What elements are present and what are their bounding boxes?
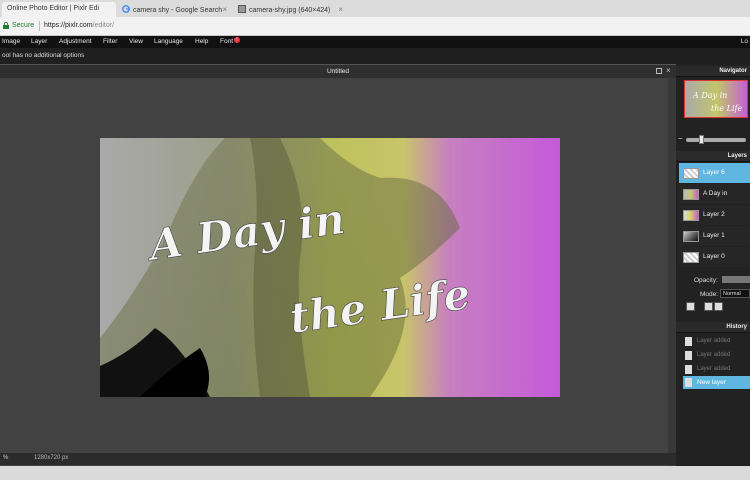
document-title: Untitled (326, 68, 350, 75)
document-icon (685, 365, 692, 374)
tab-pixlr-editor[interactable]: Online Photo Editor | Pixlr Edi (2, 2, 116, 17)
history-title: History (726, 324, 747, 330)
document-titlebar: Untitled × (0, 64, 676, 78)
history-header: History (676, 322, 750, 333)
font-notification-badge: ! (234, 37, 240, 43)
image-canvas[interactable]: A Day in the Life (100, 138, 560, 397)
mode-label: Mode: (700, 291, 719, 298)
layers-header: Layers (676, 151, 750, 162)
layer-name: Layer 1 (703, 232, 725, 239)
document-icon (685, 337, 692, 346)
navigator-text-line1: A Day in (692, 91, 727, 100)
layer-thumbnail (683, 210, 699, 221)
history-item-label: Layer added (697, 366, 731, 372)
history-item-label: Layer added (697, 338, 731, 344)
opacity-label: Opacity: (694, 277, 718, 284)
document-icon (685, 351, 692, 360)
delete-layer-icon[interactable] (686, 302, 695, 311)
history-item[interactable]: Layer added (683, 349, 750, 362)
tab-title: camera-shy.jpg (640×424) (249, 7, 331, 14)
login-link[interactable]: Lo (741, 38, 748, 45)
layer-name: Layer 6 (703, 169, 725, 176)
layer-row[interactable]: Layer 6 (679, 163, 750, 183)
navigator-text-line2: the Life (711, 104, 742, 113)
menu-layer[interactable]: Layer (31, 38, 47, 45)
close-icon[interactable]: × (222, 5, 227, 14)
vertical-scrollbar[interactable] (668, 78, 676, 466)
layer-name: A Day in (703, 190, 728, 197)
zoom-slider-handle[interactable] (699, 135, 704, 144)
url-text[interactable]: https://pixlr.com/editor/ (44, 22, 114, 29)
menu-adjustment[interactable]: Adjustment (59, 38, 92, 45)
history-item[interactable]: Layer added (683, 335, 750, 348)
url-path: /editor/ (92, 22, 115, 29)
zoom-out-icon[interactable]: − (678, 134, 683, 143)
navigator-header: Navigator (676, 66, 750, 77)
tab-title: camera shy - Google Search (133, 7, 223, 14)
menu-filter[interactable]: Filter (103, 38, 117, 45)
blend-mode-select[interactable]: Normal (720, 289, 750, 298)
close-icon[interactable]: × (666, 66, 671, 75)
tool-options-text: ool has no additional options (2, 52, 85, 59)
history-item-label: New layer (697, 379, 726, 386)
layer-thumbnail (683, 231, 699, 242)
url-host: https://pixlr.com (44, 22, 93, 29)
navigator-title: Navigator (719, 68, 747, 74)
google-icon (122, 5, 130, 13)
layer-thumbnail (683, 189, 699, 200)
layer-thumbnail (683, 168, 699, 179)
menu-help[interactable]: Help (195, 38, 208, 45)
menu-bar: Image Layer Adjustment Filter View Langu… (0, 36, 750, 48)
layer-row[interactable]: Layer 0 (679, 247, 750, 267)
close-icon[interactable]: × (338, 5, 343, 14)
tab-google-search[interactable]: camera shy - Google Search × (117, 2, 231, 17)
lock-icon (3, 21, 9, 29)
layer-row[interactable]: A Day in (679, 184, 750, 204)
image-dimensions: 1280x720 px (34, 455, 69, 461)
browser-tab-bar: Online Photo Editor | Pixlr Edi camera s… (0, 0, 750, 17)
tab-image[interactable]: camera-shy.jpg (640×424) × (233, 2, 347, 17)
layer-row[interactable]: Layer 1 (679, 226, 750, 246)
status-bar: % 1280x720 px (0, 453, 676, 465)
zoom-slider[interactable] (686, 138, 746, 142)
history-item[interactable]: New layer (683, 376, 750, 389)
maximize-icon[interactable] (656, 68, 662, 74)
menu-font[interactable]: Font (220, 38, 233, 45)
tab-title: Online Photo Editor | Pixlr Edi (7, 5, 100, 12)
zoom-readout[interactable]: % (3, 455, 8, 461)
layers-title: Layers (727, 153, 747, 159)
canvas-image: A Day in the Life (100, 138, 560, 397)
image-icon (238, 5, 246, 13)
menu-language[interactable]: Language (154, 38, 183, 45)
layer-thumbnail (683, 252, 699, 263)
menu-image[interactable]: Image (2, 38, 20, 45)
tool-options-bar: ool has no additional options (0, 48, 750, 64)
history-item-label: Layer added (697, 352, 731, 358)
browser-bottom-bar (0, 466, 750, 480)
layer-name: Layer 2 (703, 211, 725, 218)
menu-view[interactable]: View (129, 38, 143, 45)
secure-label: Secure (12, 22, 35, 29)
history-item[interactable]: Layer added (683, 363, 750, 376)
navigator-preview[interactable]: A Day in the Life (684, 80, 748, 118)
opacity-slider[interactable] (722, 276, 750, 283)
divider (39, 21, 40, 31)
layer-name: Layer 0 (703, 253, 725, 260)
document-icon (685, 378, 692, 387)
address-bar[interactable]: Secure https://pixlr.com/editor/ (0, 17, 750, 36)
add-layer-icon[interactable] (714, 302, 723, 311)
layer-mask-icon[interactable] (704, 302, 713, 311)
layer-row[interactable]: Layer 2 (679, 205, 750, 225)
